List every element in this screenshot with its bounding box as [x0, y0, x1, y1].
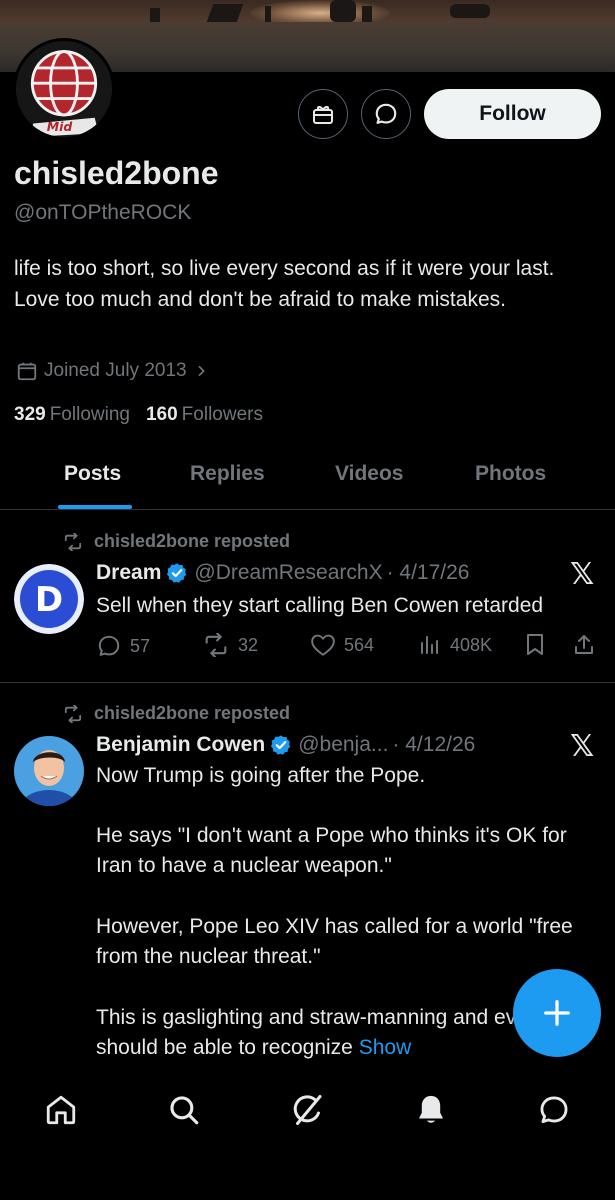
joined-label: Joined July 2013	[44, 360, 187, 381]
x-logo-icon: 𝕏	[570, 558, 595, 591]
tab-videos[interactable]: Videos	[335, 462, 403, 486]
nav-grok[interactable]	[288, 1090, 328, 1130]
subscribe-gift-button[interactable]	[298, 89, 348, 139]
post-text: Sell when they start calling Ben Cowen r…	[96, 594, 544, 617]
post-actions: 57 32 564 408K	[96, 633, 606, 663]
post-paragraph: Now Trump is going after the Pope.	[96, 764, 426, 787]
home-icon	[46, 1095, 76, 1125]
followers-label: Followers	[181, 404, 263, 425]
message-icon	[375, 103, 397, 124]
followers-link[interactable]: 160 Followers	[146, 404, 263, 426]
post-author-name[interactable]: Benjamin Cowen	[96, 733, 265, 757]
like-button[interactable]: 564	[310, 633, 374, 657]
nav-search[interactable]	[164, 1090, 204, 1130]
gift-icon	[313, 105, 333, 124]
post-author-handle: @benja...	[298, 733, 389, 756]
profile-name: chisled2bone	[14, 155, 219, 191]
post-item[interactable]: chisled2bone reposted D Dream @DreamRese…	[0, 511, 615, 681]
repost-label: chisled2bone reposted	[94, 703, 291, 723]
chat-icon	[540, 1096, 568, 1124]
plus-icon	[544, 1000, 570, 1026]
bookmark-button[interactable]	[524, 633, 546, 657]
repost-label: chisled2bone reposted	[94, 531, 291, 551]
views-button[interactable]: 408K	[418, 633, 492, 657]
profile-handle: @onTOPtheROCK	[14, 201, 192, 224]
tab-photos[interactable]: Photos	[475, 462, 546, 486]
repost-button[interactable]: 32	[202, 633, 258, 657]
post-author-handle: @DreamResearchX	[194, 561, 383, 584]
bottom-navigation	[0, 1060, 615, 1200]
repost-indicator: chisled2bone reposted	[62, 703, 290, 724]
post-paragraph: This is gaslighting and straw-manning an…	[96, 1006, 581, 1059]
views-icon	[421, 636, 438, 654]
nav-messages[interactable]	[534, 1090, 574, 1130]
message-button[interactable]	[361, 89, 411, 139]
post-author-name[interactable]: Dream	[96, 561, 161, 585]
following-link[interactable]: 329 Following	[14, 404, 130, 426]
search-icon	[170, 1096, 199, 1125]
verified-badge-icon	[271, 735, 291, 755]
reply-button[interactable]: 57	[96, 633, 150, 659]
active-tab-indicator	[58, 505, 132, 509]
profile-bio: life is too short, so live every second …	[14, 257, 555, 311]
post-header: Benjamin Cowen @benja... · 4/12/26	[96, 733, 475, 757]
post-author-avatar[interactable]: D	[14, 564, 84, 634]
calendar-icon	[17, 362, 37, 381]
avatar-logo-text: Mid	[47, 119, 74, 134]
x-logo-icon: 𝕏	[570, 730, 595, 763]
views-count: 408K	[450, 634, 493, 655]
bookmark-icon	[527, 634, 543, 655]
verified-badge-icon	[167, 563, 187, 583]
share-icon	[575, 635, 593, 654]
post-paragraph: However, Pope Leo XIV has called for a w…	[96, 915, 573, 968]
profile-tabs: Posts Replies Videos Photos	[0, 446, 615, 510]
avatar-letter: D	[35, 580, 63, 620]
joined-date[interactable]: Joined July 2013	[16, 360, 209, 382]
post-date: · 4/12/26	[392, 733, 476, 756]
heart-icon	[311, 634, 335, 656]
tab-posts[interactable]: Posts	[64, 462, 121, 486]
post-header: Dream @DreamResearchX · 4/17/26	[96, 561, 470, 585]
reply-count: 57	[130, 635, 151, 656]
post-date: · 4/17/26	[386, 561, 470, 584]
follow-button[interactable]: Follow	[424, 89, 601, 139]
repost-icon	[205, 633, 227, 657]
following-count: 329	[14, 404, 46, 425]
grok-icon	[293, 1095, 322, 1125]
post-paragraph: He says "I don't want a Pope who thinks …	[96, 824, 567, 877]
nav-notifications[interactable]	[411, 1090, 451, 1130]
chevron-right-icon	[198, 365, 205, 377]
follow-counts: 329 Following 160 Followers	[14, 404, 263, 426]
like-count: 564	[344, 634, 375, 655]
nav-home[interactable]	[41, 1090, 81, 1130]
repost-icon	[64, 704, 82, 723]
reply-icon	[98, 635, 120, 656]
repost-icon	[64, 532, 82, 551]
following-label: Following	[49, 404, 130, 425]
compose-button[interactable]	[513, 969, 601, 1057]
tab-replies[interactable]: Replies	[190, 462, 265, 486]
profile-avatar[interactable]: Mid	[13, 38, 115, 140]
followers-count: 160	[145, 404, 178, 425]
post-author-avatar[interactable]	[14, 736, 84, 806]
share-button[interactable]	[572, 633, 596, 657]
show-more-link[interactable]: Show	[359, 1036, 412, 1059]
repost-count: 32	[238, 634, 259, 655]
repost-indicator: chisled2bone reposted	[62, 531, 290, 552]
bell-icon	[418, 1095, 444, 1123]
